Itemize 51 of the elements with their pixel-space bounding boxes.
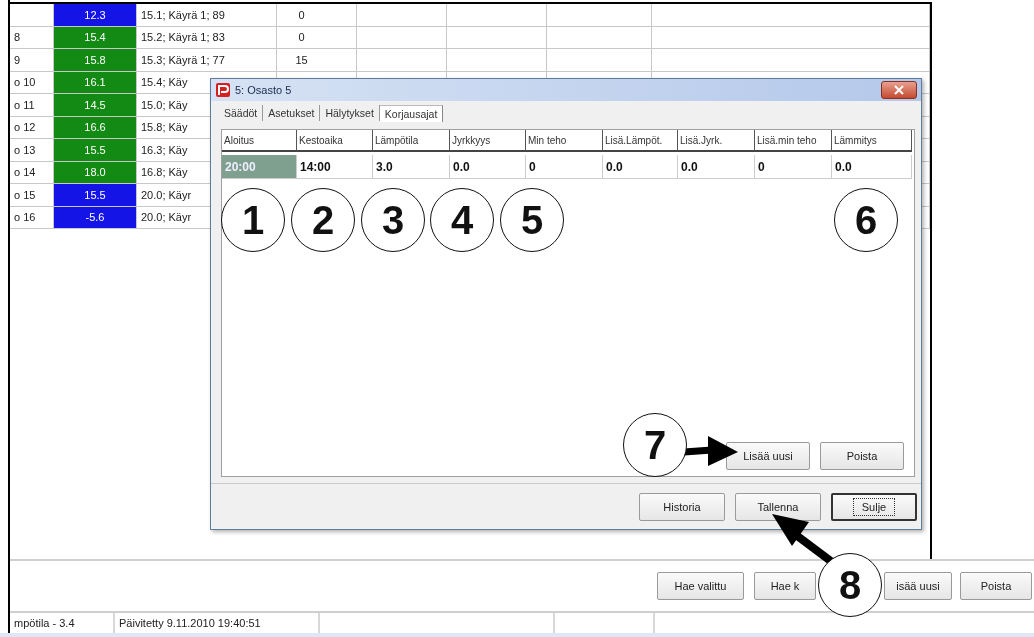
app-icon: [215, 82, 231, 98]
column-header[interactable]: Lisä.Lämpöt.: [603, 130, 678, 152]
arrow: [683, 436, 738, 466]
tab[interactable]: Säädöt: [219, 105, 264, 121]
temperature-cell: 15.4: [54, 26, 137, 49]
curve-cell: 15.3; Käyrä 1; 77: [137, 49, 277, 72]
grid-cell[interactable]: 0: [526, 155, 603, 179]
temperature-cell: 15.8: [54, 49, 137, 72]
column-header[interactable]: Lisä.min teho: [755, 130, 832, 152]
column-header[interactable]: Lisä.Jyrk.: [678, 130, 755, 152]
table-cell: 0: [277, 4, 357, 27]
grid-cell[interactable]: 0: [755, 155, 832, 179]
grid-cell[interactable]: 0.0: [678, 155, 755, 179]
toolbar-button[interactable]: Poista: [960, 572, 1032, 600]
dialog-button[interactable]: Sulje: [831, 492, 917, 521]
column-header[interactable]: Lämmitys: [832, 130, 912, 152]
dialog-button[interactable]: Tallenna: [735, 492, 821, 521]
close-button[interactable]: [881, 81, 917, 99]
temperature-cell: -5.6: [54, 206, 137, 229]
tab[interactable]: Korjausajat: [379, 104, 444, 122]
dialog-button[interactable]: Historia: [639, 492, 725, 521]
column-header[interactable]: Jyrkkyys: [450, 130, 526, 152]
close-icon: [894, 85, 904, 95]
column-header[interactable]: Kestoaika: [297, 130, 373, 152]
table-cell: 0: [277, 26, 357, 49]
toolbar-button[interactable]: isää uusi: [884, 572, 952, 600]
grid-cell[interactable]: 0.0: [450, 155, 526, 179]
dialog-button[interactable]: Lisää uusi: [726, 442, 810, 470]
grid-cell[interactable]: 14:00: [297, 155, 373, 179]
tab[interactable]: Asetukset: [263, 105, 321, 121]
dialog-button[interactable]: Poista: [820, 442, 904, 470]
table-cell: 15: [277, 49, 357, 72]
temperature-cell: 16.6: [54, 116, 137, 139]
callout-number: 8: [818, 553, 882, 617]
temperature-cell: 18.0: [54, 161, 137, 184]
column-header[interactable]: Aloitus: [222, 130, 297, 152]
column-header[interactable]: Lämpötila: [373, 130, 450, 152]
temperature-cell: 15.5: [54, 139, 137, 162]
toolbar-button[interactable]: Hae valittu: [657, 572, 744, 600]
temperature-cell: 14.5: [54, 94, 137, 117]
column-header[interactable]: Min teho: [526, 130, 603, 152]
temperature-cell: 15.5: [54, 184, 137, 207]
temperature-cell: 16.1: [54, 71, 137, 94]
curve-cell: 15.1; Käyrä 1; 89: [137, 4, 277, 27]
grid-cell[interactable]: 0.0: [832, 155, 912, 179]
curve-cell: 15.2; Käyrä 1; 83: [137, 26, 277, 49]
grid-cell[interactable]: 0.0: [603, 155, 678, 179]
grid-cell[interactable]: 3.0: [373, 155, 450, 179]
tab[interactable]: Hälytykset: [320, 105, 380, 121]
temperature-cell: 12.3: [54, 4, 137, 27]
toolbar-button[interactable]: Hae k: [754, 572, 816, 600]
